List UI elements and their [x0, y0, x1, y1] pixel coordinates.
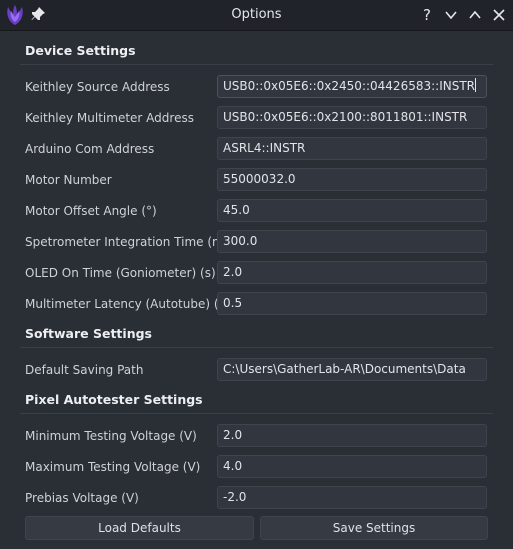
chevron-up-icon[interactable] — [465, 5, 485, 25]
default-saving-path-input[interactable]: C:\Users\GatherLab-AR\Documents\Data — [217, 358, 487, 381]
help-icon[interactable]: ? — [417, 5, 437, 25]
arduino-com-address-label: Arduino Com Address — [25, 142, 155, 156]
keithley-multimeter-address-input[interactable]: USB0::0x05E6::0x2100::8011801::INSTR — [217, 106, 487, 129]
oled-on-time-input[interactable]: 2.0 — [217, 261, 487, 284]
arduino-com-address-input[interactable]: ASRL4::INSTR — [217, 137, 487, 160]
maximum-testing-voltage-label: Maximum Testing Voltage (V) — [25, 460, 201, 474]
minimum-testing-voltage-label: Minimum Testing Voltage (V) — [25, 429, 197, 443]
spectrometer-integration-time-input[interactable]: 300.0 — [217, 230, 487, 253]
text-cursor — [475, 78, 476, 92]
multimeter-latency-label: Multimeter Latency (Autotube) (s) — [25, 297, 230, 311]
close-icon[interactable] — [489, 5, 509, 25]
prebias-voltage-input[interactable]: -2.0 — [217, 486, 487, 509]
motor-number-label: Motor Number — [25, 173, 112, 187]
section-divider — [20, 413, 493, 414]
prebias-voltage-label: Prebias Voltage (V) — [25, 491, 139, 505]
keithley-multimeter-address-label: Keithley Multimeter Address — [25, 111, 194, 125]
chevron-down-icon[interactable] — [441, 5, 461, 25]
motor-offset-angle-label: Motor Offset Angle (°) — [25, 204, 157, 218]
keithley-source-address-input[interactable]: USB0::0x05E6::0x2450::04426583::INSTR — [217, 75, 487, 98]
title-bar[interactable]: Options ? — [0, 0, 513, 31]
section-divider — [20, 347, 493, 348]
pixel-autotester-settings-heading: Pixel Autotester Settings — [25, 392, 203, 407]
maximum-testing-voltage-input[interactable]: 4.0 — [217, 455, 487, 478]
save-settings-button[interactable]: Save Settings — [260, 516, 488, 540]
motor-number-input[interactable]: 55000032.0 — [217, 168, 487, 191]
multimeter-latency-input[interactable]: 0.5 — [217, 292, 487, 315]
software-settings-heading: Software Settings — [25, 326, 152, 341]
minimum-testing-voltage-input[interactable]: 2.0 — [217, 424, 487, 447]
default-saving-path-label: Default Saving Path — [25, 363, 144, 377]
spectrometer-integration-time-label: Spetrometer Integration Time (ms) — [25, 235, 235, 249]
keithley-source-address-label: Keithley Source Address — [25, 80, 170, 94]
device-settings-heading: Device Settings — [25, 43, 136, 58]
oled-on-time-label: OLED On Time (Goniometer) (s) — [25, 266, 216, 280]
section-divider — [20, 64, 493, 65]
motor-offset-angle-input[interactable]: 45.0 — [217, 199, 487, 222]
load-defaults-button[interactable]: Load Defaults — [25, 516, 254, 540]
